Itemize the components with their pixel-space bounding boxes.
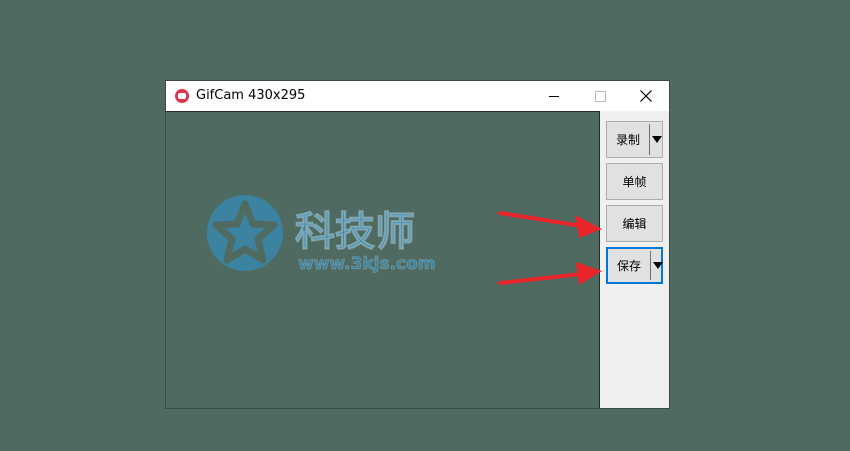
- edit-button-label: 编辑: [622, 217, 647, 231]
- window-title: GifCam 430x295: [196, 88, 306, 103]
- record-button-label: 录制: [615, 133, 640, 147]
- frame-button[interactable]: 单帧: [606, 163, 663, 200]
- close-button[interactable]: [623, 81, 669, 111]
- capture-frame: 科技师 www.3kjs.com: [166, 111, 600, 408]
- save-button-label: 保存: [616, 259, 641, 273]
- record-button[interactable]: 录制: [606, 121, 663, 158]
- gifcam-app-icon: [175, 89, 189, 103]
- watermark-brand: 科技师: [295, 209, 415, 255]
- maximize-button[interactable]: [577, 81, 623, 111]
- edit-button[interactable]: 编辑: [606, 205, 663, 242]
- watermark-logo: 科技师 www.3kjs.com: [207, 195, 436, 274]
- watermark-url: www.3kjs.com: [298, 254, 436, 274]
- save-split-divider: [650, 251, 651, 280]
- save-dropdown-arrow-icon[interactable]: [652, 249, 664, 282]
- record-dropdown-arrow-icon[interactable]: [651, 122, 663, 157]
- title-bar[interactable]: GifCam 430x295: [166, 81, 669, 111]
- save-button[interactable]: 保存: [606, 247, 663, 284]
- close-icon: [640, 90, 652, 102]
- minimize-button[interactable]: [531, 81, 577, 111]
- gifcam-window: GifCam 430x295 科技师 www.3kjs.com 录制 单帧 编辑…: [165, 80, 670, 409]
- record-split-divider: [649, 124, 650, 155]
- frame-button-label: 单帧: [622, 175, 647, 189]
